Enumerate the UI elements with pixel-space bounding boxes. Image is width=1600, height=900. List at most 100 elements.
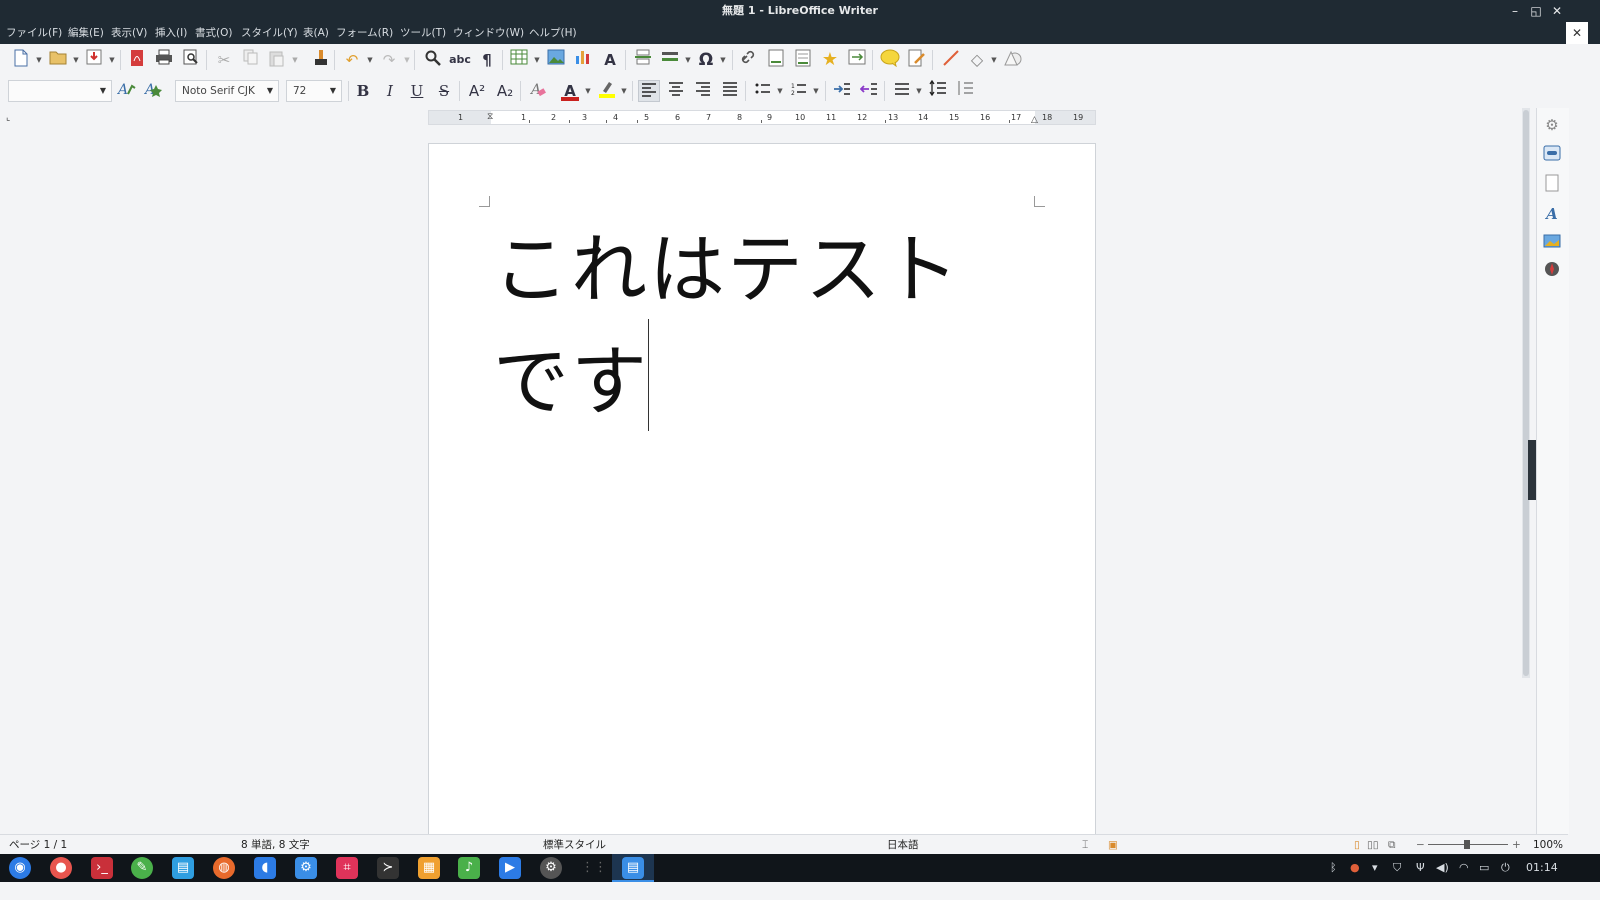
highlight-dropdown[interactable]: ▼ <box>620 80 628 102</box>
menu-window[interactable]: ウィンドウ(W) <box>453 22 524 44</box>
chevron-down-icon[interactable]: ▼ <box>325 81 341 101</box>
superscript-button[interactable]: A² <box>466 80 488 102</box>
screen-recorder-icon[interactable]: ● <box>50 857 72 879</box>
save-dropdown[interactable]: ▼ <box>108 49 116 71</box>
settings-app-icon[interactable]: ⚙ <box>295 857 317 879</box>
video-icon[interactable]: ▶ <box>499 857 521 879</box>
terminal-icon[interactable]: ›_ <box>91 857 113 879</box>
font-name-combo[interactable]: Noto Serif CJK ▼ <box>175 80 279 102</box>
vertical-scrollbar[interactable] <box>1522 108 1530 678</box>
battery-icon[interactable]: ▭ <box>1479 854 1489 882</box>
single-page-view-icon[interactable]: ▯ <box>1354 835 1360 855</box>
menu-tools[interactable]: ツール(T) <box>400 22 446 44</box>
insert-table-dropdown[interactable]: ▼ <box>533 49 541 71</box>
underline-button[interactable]: U <box>406 80 428 102</box>
fish-app-icon[interactable]: ≻ <box>377 857 399 879</box>
insert-field-icon[interactable] <box>659 49 681 71</box>
menu-insert[interactable]: 挿入(I) <box>155 22 187 44</box>
app-store-icon[interactable]: ▤ <box>172 857 194 879</box>
line-spacing-dropdown[interactable]: ▼ <box>915 80 923 102</box>
print-icon[interactable] <box>153 49 175 71</box>
save-icon[interactable] <box>83 49 105 71</box>
draw-functions-icon[interactable] <box>1002 49 1024 71</box>
insert-mode-icon[interactable]: ⌶ <box>1082 835 1088 855</box>
properties-icon[interactable] <box>1541 145 1563 167</box>
menu-view[interactable]: 表示(V) <box>111 22 147 44</box>
page-count[interactable]: ページ 1 / 1 <box>9 835 67 855</box>
insert-textbox-icon[interactable]: A <box>599 49 621 71</box>
shield-icon[interactable]: ⛉ <box>1393 854 1401 882</box>
chat-tray-icon[interactable]: ● <box>1350 854 1360 882</box>
new-style-icon[interactable]: A <box>143 80 165 102</box>
insert-field-dropdown[interactable]: ▼ <box>684 49 692 71</box>
menu-help[interactable]: ヘルプ(H) <box>529 22 577 44</box>
undo-dropdown[interactable]: ▼ <box>366 49 374 71</box>
spelling-icon[interactable]: abc <box>449 49 471 71</box>
clone-formatting-icon[interactable] <box>310 49 332 71</box>
hyperlink-icon[interactable] <box>738 49 760 71</box>
copy-icon[interactable] <box>240 49 262 71</box>
word-count[interactable]: 8 単語, 8 文字 <box>241 835 310 855</box>
menu-format[interactable]: 書式(O) <box>195 22 232 44</box>
tab-type-selector[interactable]: ⌞ <box>6 113 10 123</box>
chevron-down-icon[interactable]: ▼ <box>262 81 278 101</box>
special-character-icon[interactable]: Ω <box>695 49 717 71</box>
bullet-list-icon[interactable] <box>752 80 774 102</box>
print-preview-icon[interactable] <box>180 49 202 71</box>
zoom-slider-handle[interactable] <box>1464 840 1470 849</box>
bluetooth-icon[interactable]: ᛒ <box>1330 854 1337 882</box>
open-dropdown[interactable]: ▼ <box>72 49 80 71</box>
page-style[interactable]: 標準スタイル <box>543 835 606 855</box>
font-color-button[interactable]: A <box>559 80 581 102</box>
bullet-list-dropdown[interactable]: ▼ <box>776 80 784 102</box>
new-document-dropdown[interactable]: ▼ <box>35 49 43 71</box>
menu-edit[interactable]: 編集(E) <box>68 22 104 44</box>
align-center-button[interactable] <box>665 80 687 102</box>
menu-file[interactable]: ファイル(F) <box>6 22 62 44</box>
cross-reference-icon[interactable] <box>846 49 868 71</box>
styles-icon[interactable]: A <box>1541 203 1563 225</box>
close-window-button[interactable]: ✕ <box>1546 0 1568 22</box>
footnote-icon[interactable] <box>765 49 787 71</box>
page-icon[interactable] <box>1541 174 1563 196</box>
power-icon[interactable]: ⏻ <box>1501 854 1510 882</box>
italic-button[interactable]: I <box>379 80 401 102</box>
document-page[interactable]: これはテスト です <box>428 143 1096 843</box>
chat-icon[interactable]: ◖ <box>254 857 276 879</box>
justify-button[interactable] <box>719 80 741 102</box>
line-spacing-icon[interactable] <box>891 80 913 102</box>
launcher-icon[interactable]: ◉ <box>9 857 31 879</box>
multi-page-view-icon[interactable]: ▯▯ <box>1367 835 1379 855</box>
sidebar-collapse-handle[interactable] <box>1528 440 1536 500</box>
align-left-button[interactable] <box>638 80 660 102</box>
find-replace-icon[interactable] <box>422 49 444 71</box>
export-pdf-icon[interactable] <box>126 49 148 71</box>
page-break-icon[interactable] <box>632 49 654 71</box>
paragraph-style-combo[interactable]: ▼ <box>8 80 112 102</box>
endnote-icon[interactable] <box>792 49 814 71</box>
decrease-paragraph-spacing-icon[interactable] <box>954 80 976 102</box>
update-style-icon[interactable]: A <box>116 80 138 102</box>
font-color-dropdown[interactable]: ▼ <box>584 80 592 102</box>
document-text[interactable]: これはテスト です <box>493 214 1013 438</box>
firefox-icon[interactable]: ◍ <box>213 857 235 879</box>
gallery-icon[interactable] <box>1541 232 1563 254</box>
undo-icon[interactable]: ↶ <box>341 49 363 71</box>
paste-dropdown[interactable]: ▼ <box>291 49 299 71</box>
app-grid-icon[interactable]: ⋮⋮ <box>581 857 607 879</box>
line-icon[interactable] <box>940 49 962 71</box>
font-size-combo[interactable]: 72 ▼ <box>286 80 342 102</box>
zoom-level[interactable]: 100% <box>1533 835 1563 855</box>
sidebar-settings-gear-icon[interactable]: ⚙ <box>1541 114 1563 136</box>
close-document-button[interactable]: ✕ <box>1566 22 1588 44</box>
volume-icon[interactable]: ◀) <box>1436 854 1449 882</box>
insert-chart-icon[interactable] <box>572 49 594 71</box>
minimize-button[interactable]: – <box>1504 0 1526 22</box>
zoom-out-icon[interactable]: − <box>1416 835 1425 855</box>
book-view-icon[interactable]: ⧉ <box>1388 835 1396 855</box>
align-right-button[interactable] <box>692 80 714 102</box>
track-changes-icon[interactable] <box>906 49 928 71</box>
text-language[interactable]: 日本語 <box>887 835 919 855</box>
chevron-down-icon[interactable]: ▼ <box>95 81 111 101</box>
bookmark-icon[interactable]: ★ <box>819 49 841 71</box>
